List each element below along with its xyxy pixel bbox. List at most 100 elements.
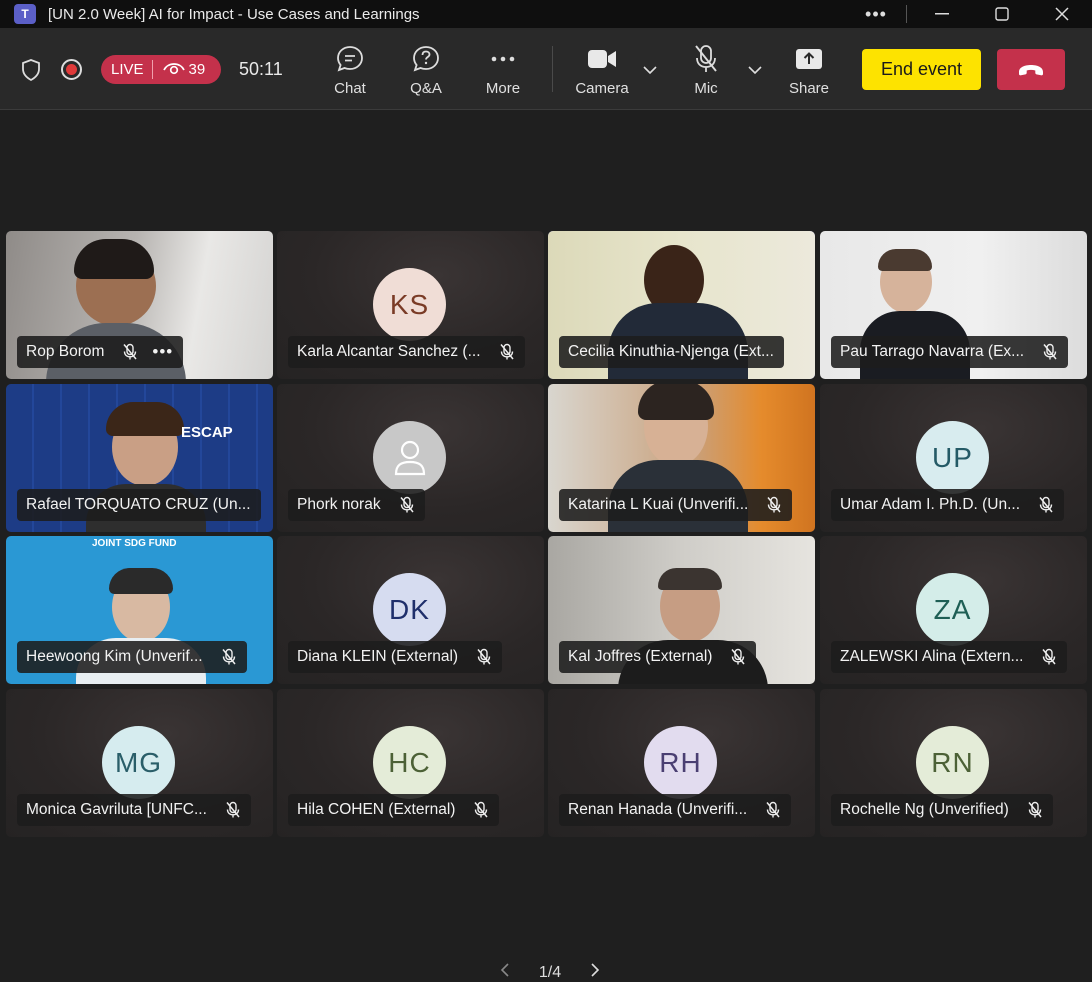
mic-options-chevron-icon[interactable] [747, 62, 763, 80]
mic-off-icon [122, 343, 138, 361]
person-hair [109, 568, 173, 594]
participant-avatar: HC [373, 726, 446, 799]
participant-tile[interactable]: Rop Borom ••• [6, 231, 273, 379]
mic-off-icon [1042, 343, 1058, 361]
mic-off-icon [473, 801, 489, 819]
mic-off-icon [766, 496, 782, 514]
participant-name: Diana KLEIN (External) [297, 648, 459, 665]
more-label: More [485, 80, 521, 97]
participant-name: Cecilia Kinuthia-Njenga (Ext... [568, 343, 774, 360]
qa-icon [411, 42, 441, 76]
participant-tile[interactable]: MG Monica Gavriluta [UNFC... [6, 689, 273, 837]
participant-tile[interactable]: ESCAP Rafael TORQUATO CRUZ (Un... [6, 384, 273, 532]
meeting-timer: 50:11 [239, 59, 283, 79]
participant-nameplate: Cecilia Kinuthia-Njenga (Ext... [559, 336, 784, 368]
participant-name: Hila COHEN (External) [297, 801, 456, 818]
mic-off-icon [476, 648, 492, 666]
participant-more-icon[interactable]: ••• [152, 342, 173, 362]
toolbar-divider [552, 46, 553, 92]
chat-label: Chat [334, 80, 366, 97]
qa-button[interactable]: Q&A [394, 42, 458, 97]
viewers-eye-icon [162, 61, 185, 79]
participant-avatar: KS [373, 268, 446, 341]
previous-page-chevron-icon[interactable] [500, 963, 510, 982]
camera-icon [587, 42, 617, 76]
participant-name: Heewoong Kim (Unverif... [26, 648, 203, 665]
participant-name: Katarina L Kuai (Unverifi... [568, 496, 749, 513]
next-page-chevron-icon[interactable] [590, 963, 600, 982]
participant-name: Kal Joffres (External) [568, 648, 713, 665]
participant-tile[interactable]: Phork norak [277, 384, 544, 532]
sdg-fund-banner: JOINT SDG FUND [92, 538, 177, 549]
mic-off-icon [225, 801, 241, 819]
participant-tile[interactable]: JOINT SDG FUND Heewoong Kim (Unverif... [6, 536, 273, 684]
chat-button[interactable]: Chat [318, 42, 382, 97]
recording-icon[interactable] [61, 59, 82, 80]
participant-tile[interactable]: Katarina L Kuai (Unverifi... [548, 384, 815, 532]
participant-avatar: UP [916, 421, 989, 494]
participant-nameplate: Pau Tarrago Navarra (Ex... [831, 336, 1069, 368]
camera-options-chevron-icon[interactable] [642, 62, 658, 80]
qa-label: Q&A [410, 80, 442, 97]
participant-tile-active-speaker[interactable]: Cecilia Kinuthia-Njenga (Ext... [548, 231, 815, 379]
participant-nameplate: Phork norak [288, 489, 425, 521]
participant-avatar: RN [916, 726, 989, 799]
participant-nameplate: Karla Alcantar Sanchez (... [288, 336, 525, 368]
mic-button[interactable]: Mic [674, 42, 738, 97]
participant-avatar: RH [644, 726, 717, 799]
live-badge[interactable]: LIVE 39 [101, 55, 221, 84]
hang-up-button[interactable] [997, 49, 1065, 90]
participant-nameplate: Renan Hanada (Unverifi... [559, 794, 792, 826]
participant-name: Renan Hanada (Unverifi... [568, 801, 748, 818]
chat-icon [335, 42, 365, 76]
participant-avatar: ZA [916, 573, 989, 646]
person-hair [106, 402, 184, 436]
participant-tile[interactable]: RN Rochelle Ng (Unverified) [820, 689, 1087, 837]
participant-avatar [373, 421, 446, 494]
participant-tile[interactable]: HC Hila COHEN (External) [277, 689, 544, 837]
participant-name: Rafael TORQUATO CRUZ (Un... [26, 496, 251, 513]
participant-tile[interactable]: ZA ZALEWSKI Alina (Extern... [820, 536, 1087, 684]
participant-nameplate: Kal Joffres (External) [559, 641, 757, 673]
page-indicator: 1/4 [538, 963, 562, 981]
end-event-button[interactable]: End event [862, 49, 981, 90]
meeting-toolbar: LIVE 39 50:11 Chat Q&A More Camera Mic S… [0, 28, 1092, 110]
mic-off-icon [399, 496, 415, 514]
participant-tile[interactable]: RH Renan Hanada (Unverifi... [548, 689, 815, 837]
mic-label: Mic [694, 80, 718, 97]
more-button[interactable]: More [471, 42, 535, 97]
participant-tile[interactable]: Pau Tarrago Navarra (Ex... [820, 231, 1087, 379]
shield-icon[interactable] [20, 58, 42, 87]
more-dots-icon [490, 42, 516, 76]
person-icon [394, 440, 425, 475]
close-icon[interactable] [1032, 0, 1092, 28]
hang-up-icon [1019, 64, 1043, 75]
title-bar: T [UN 2.0 Week] AI for Impact - Use Case… [0, 0, 1092, 28]
window-controls: ••• [851, 0, 1092, 28]
participant-name: Rop Borom [26, 343, 105, 360]
share-icon [794, 42, 824, 76]
teams-logo-icon: T [14, 4, 36, 24]
participant-tile[interactable]: DK Diana KLEIN (External) [277, 536, 544, 684]
participant-nameplate: Rafael TORQUATO CRUZ (Un... [17, 489, 261, 521]
participant-tile[interactable]: UP Umar Adam I. Ph.D. (Un... [820, 384, 1087, 532]
share-label: Share [788, 80, 830, 97]
participant-name: Monica Gavriluta [UNFC... [26, 801, 207, 818]
participant-tile[interactable]: Kal Joffres (External) [548, 536, 815, 684]
share-button[interactable]: Share [777, 42, 841, 97]
camera-button[interactable]: Camera [570, 42, 634, 97]
live-label: LIVE [111, 61, 144, 78]
recording-dot [66, 64, 77, 75]
participant-nameplate: Katarina L Kuai (Unverifi... [559, 489, 793, 521]
more-options-icon[interactable]: ••• [851, 0, 901, 28]
camera-label: Camera [575, 80, 629, 97]
mic-off-icon [730, 648, 746, 666]
minimize-icon[interactable] [912, 0, 972, 28]
mic-off-icon [499, 343, 515, 361]
mic-off-icon [765, 801, 781, 819]
maximize-icon[interactable] [972, 0, 1032, 28]
participant-name: Phork norak [297, 496, 381, 513]
participant-nameplate: ZALEWSKI Alina (Extern... [831, 641, 1068, 673]
mic-off-icon [692, 42, 720, 76]
participant-tile[interactable]: KS Karla Alcantar Sanchez (... [277, 231, 544, 379]
